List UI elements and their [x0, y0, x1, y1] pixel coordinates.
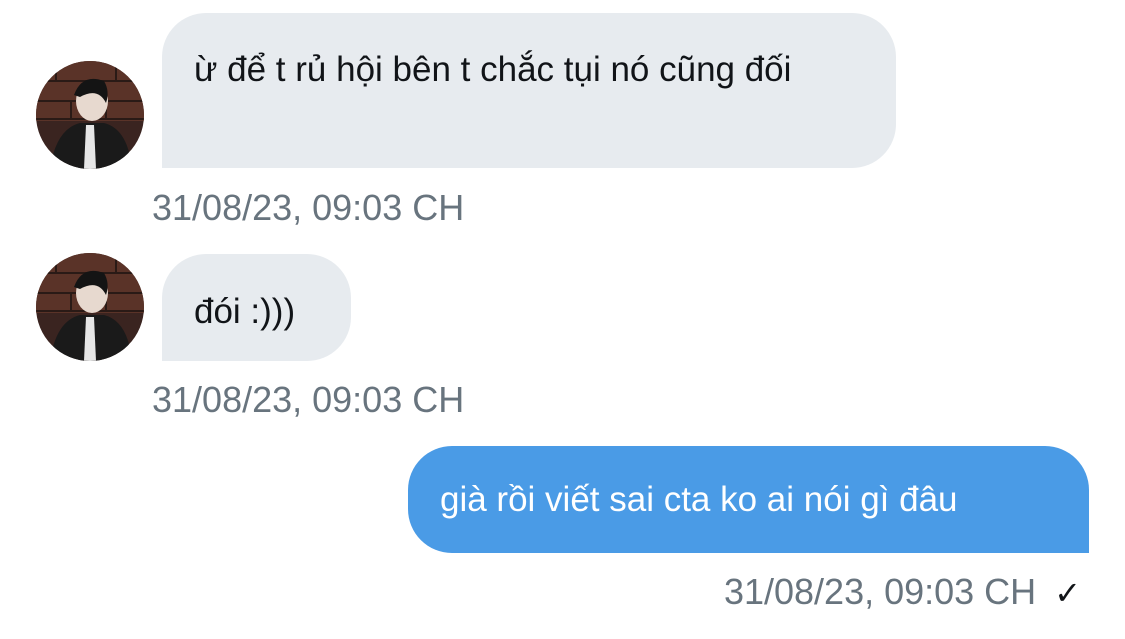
message-bubble-outgoing[interactable]: già rồi viết sai cta ko ai nói gì đâu — [408, 446, 1089, 553]
message-timestamp: 31/08/23, 09:03 CH — [152, 187, 465, 228]
message-bubble-incoming[interactable]: ừ để t rủ hội bên t chắc tụi nó cũng đối — [162, 13, 896, 168]
message-bubble-incoming[interactable]: đói :))) — [162, 254, 351, 361]
message-timestamp: 31/08/23, 09:03 CH — [723, 571, 1037, 612]
message-timestamp-row: 31/08/23, 09:03 CH ✓ — [724, 572, 1081, 613]
checkmark-icon: ✓ — [1054, 574, 1081, 612]
sender-avatar[interactable] — [36, 253, 144, 361]
message-timestamp: 31/08/23, 09:03 CH — [152, 379, 465, 420]
sender-avatar[interactable] — [36, 61, 144, 169]
